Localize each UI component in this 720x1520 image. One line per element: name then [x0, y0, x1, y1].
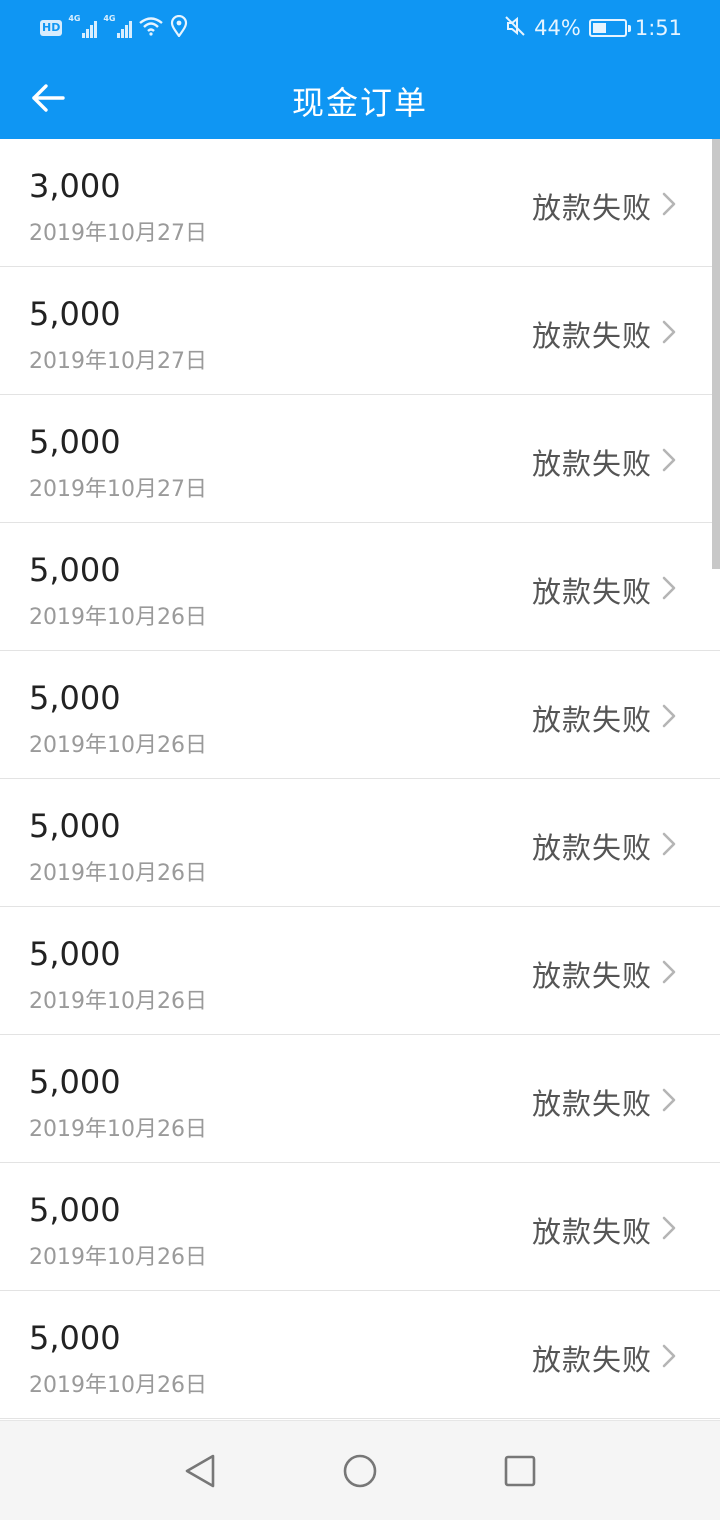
order-row[interactable]: 5,000 2019年10月26日 放款失败: [0, 1163, 720, 1291]
order-amount: 5,000: [29, 1191, 121, 1229]
battery-icon: [588, 19, 631, 37]
order-amount: 5,000: [29, 935, 121, 973]
order-status: 放款失败: [531, 191, 652, 225]
order-date: 2019年10月26日: [29, 989, 207, 1014]
order-list: 3,000 2019年10月27日 放款失败 5,000 2019年10月27日 放款失败…: [0, 139, 720, 1419]
home-circle-icon: [343, 1454, 377, 1488]
nav-recents-button[interactable]: [498, 1449, 542, 1493]
order-date: 2019年10月27日: [29, 477, 207, 502]
order-amount: 3,000: [29, 167, 121, 205]
order-date: 2019年10月26日: [29, 1373, 207, 1398]
order-status: 放款失败: [531, 575, 652, 609]
order-date: 2019年10月26日: [29, 1117, 207, 1142]
status-left-group: HD 4G 4G: [40, 14, 188, 42]
order-status: 放款失败: [531, 1087, 652, 1121]
order-row[interactable]: 3,000 2019年10月27日 放款失败: [0, 139, 720, 267]
order-status: 放款失败: [531, 959, 652, 993]
order-amount: 5,000: [29, 1319, 121, 1357]
order-amount: 5,000: [29, 807, 121, 845]
order-amount: 5,000: [29, 1063, 121, 1101]
mute-icon: [504, 15, 526, 42]
order-row[interactable]: 5,000 2019年10月26日 放款失败: [0, 1291, 720, 1419]
chevron-right-icon: [662, 832, 676, 856]
page-title: 现金订单: [291, 84, 428, 122]
order-amount: 5,000: [29, 679, 121, 717]
chevron-right-icon: [662, 192, 676, 216]
chevron-right-icon: [662, 960, 676, 984]
order-amount: 5,000: [29, 423, 121, 461]
chevron-right-icon: [662, 704, 676, 728]
order-row[interactable]: 5,000 2019年10月26日 放款失败: [0, 779, 720, 907]
order-status: 放款失败: [531, 447, 652, 481]
order-date: 2019年10月26日: [29, 605, 207, 630]
order-date: 2019年10月27日: [29, 349, 207, 374]
signal-icon: 4G: [103, 14, 133, 38]
chevron-right-icon: [662, 576, 676, 600]
chevron-right-icon: [662, 1216, 676, 1240]
order-row[interactable]: 5,000 2019年10月26日 放款失败: [0, 651, 720, 779]
wifi-icon: [138, 16, 164, 40]
order-status: 放款失败: [531, 703, 652, 737]
network-type-label: 4G: [68, 14, 81, 23]
location-icon: [170, 14, 188, 41]
nav-back-button[interactable]: [178, 1449, 222, 1493]
app-bar: 现金订单: [0, 56, 720, 139]
clock-time: 1:51: [634, 16, 682, 40]
chevron-right-icon: [662, 1088, 676, 1112]
order-date: 2019年10月26日: [29, 733, 207, 758]
order-date: 2019年10月26日: [29, 861, 207, 886]
order-row[interactable]: 5,000 2019年10月26日 放款失败: [0, 907, 720, 1035]
recents-square-icon: [504, 1455, 536, 1487]
network-type-label: 4G: [103, 14, 116, 23]
order-row[interactable]: 5,000 2019年10月27日 放款失败: [0, 267, 720, 395]
chevron-right-icon: [662, 1344, 676, 1368]
order-status: 放款失败: [531, 831, 652, 865]
order-date: 2019年10月26日: [29, 1245, 207, 1270]
signal-icon: 4G: [68, 14, 98, 38]
order-row[interactable]: 5,000 2019年10月26日 放款失败: [0, 523, 720, 651]
order-date: 2019年10月27日: [29, 221, 207, 246]
chevron-right-icon: [662, 320, 676, 344]
scrollbar[interactable]: [712, 139, 720, 569]
order-amount: 5,000: [29, 551, 121, 589]
chevron-right-icon: [662, 448, 676, 472]
order-amount: 5,000: [29, 295, 121, 333]
order-status: 放款失败: [531, 1343, 652, 1377]
nav-home-button[interactable]: [338, 1449, 382, 1493]
order-status: 放款失败: [531, 319, 652, 353]
order-row[interactable]: 5,000 2019年10月27日 放款失败: [0, 395, 720, 523]
hd-icon: HD: [40, 20, 63, 36]
status-right-group: 44% 1:51: [504, 14, 682, 42]
order-status: 放款失败: [531, 1215, 652, 1249]
system-nav-bar: [0, 1420, 720, 1520]
order-row[interactable]: 5,000 2019年10月26日 放款失败: [0, 1035, 720, 1163]
battery-percent: 44%: [534, 16, 581, 40]
status-bar: HD 4G 4G 44% 1:51: [0, 0, 720, 56]
back-triangle-icon: [185, 1454, 215, 1488]
battery-fill: [592, 23, 607, 33]
